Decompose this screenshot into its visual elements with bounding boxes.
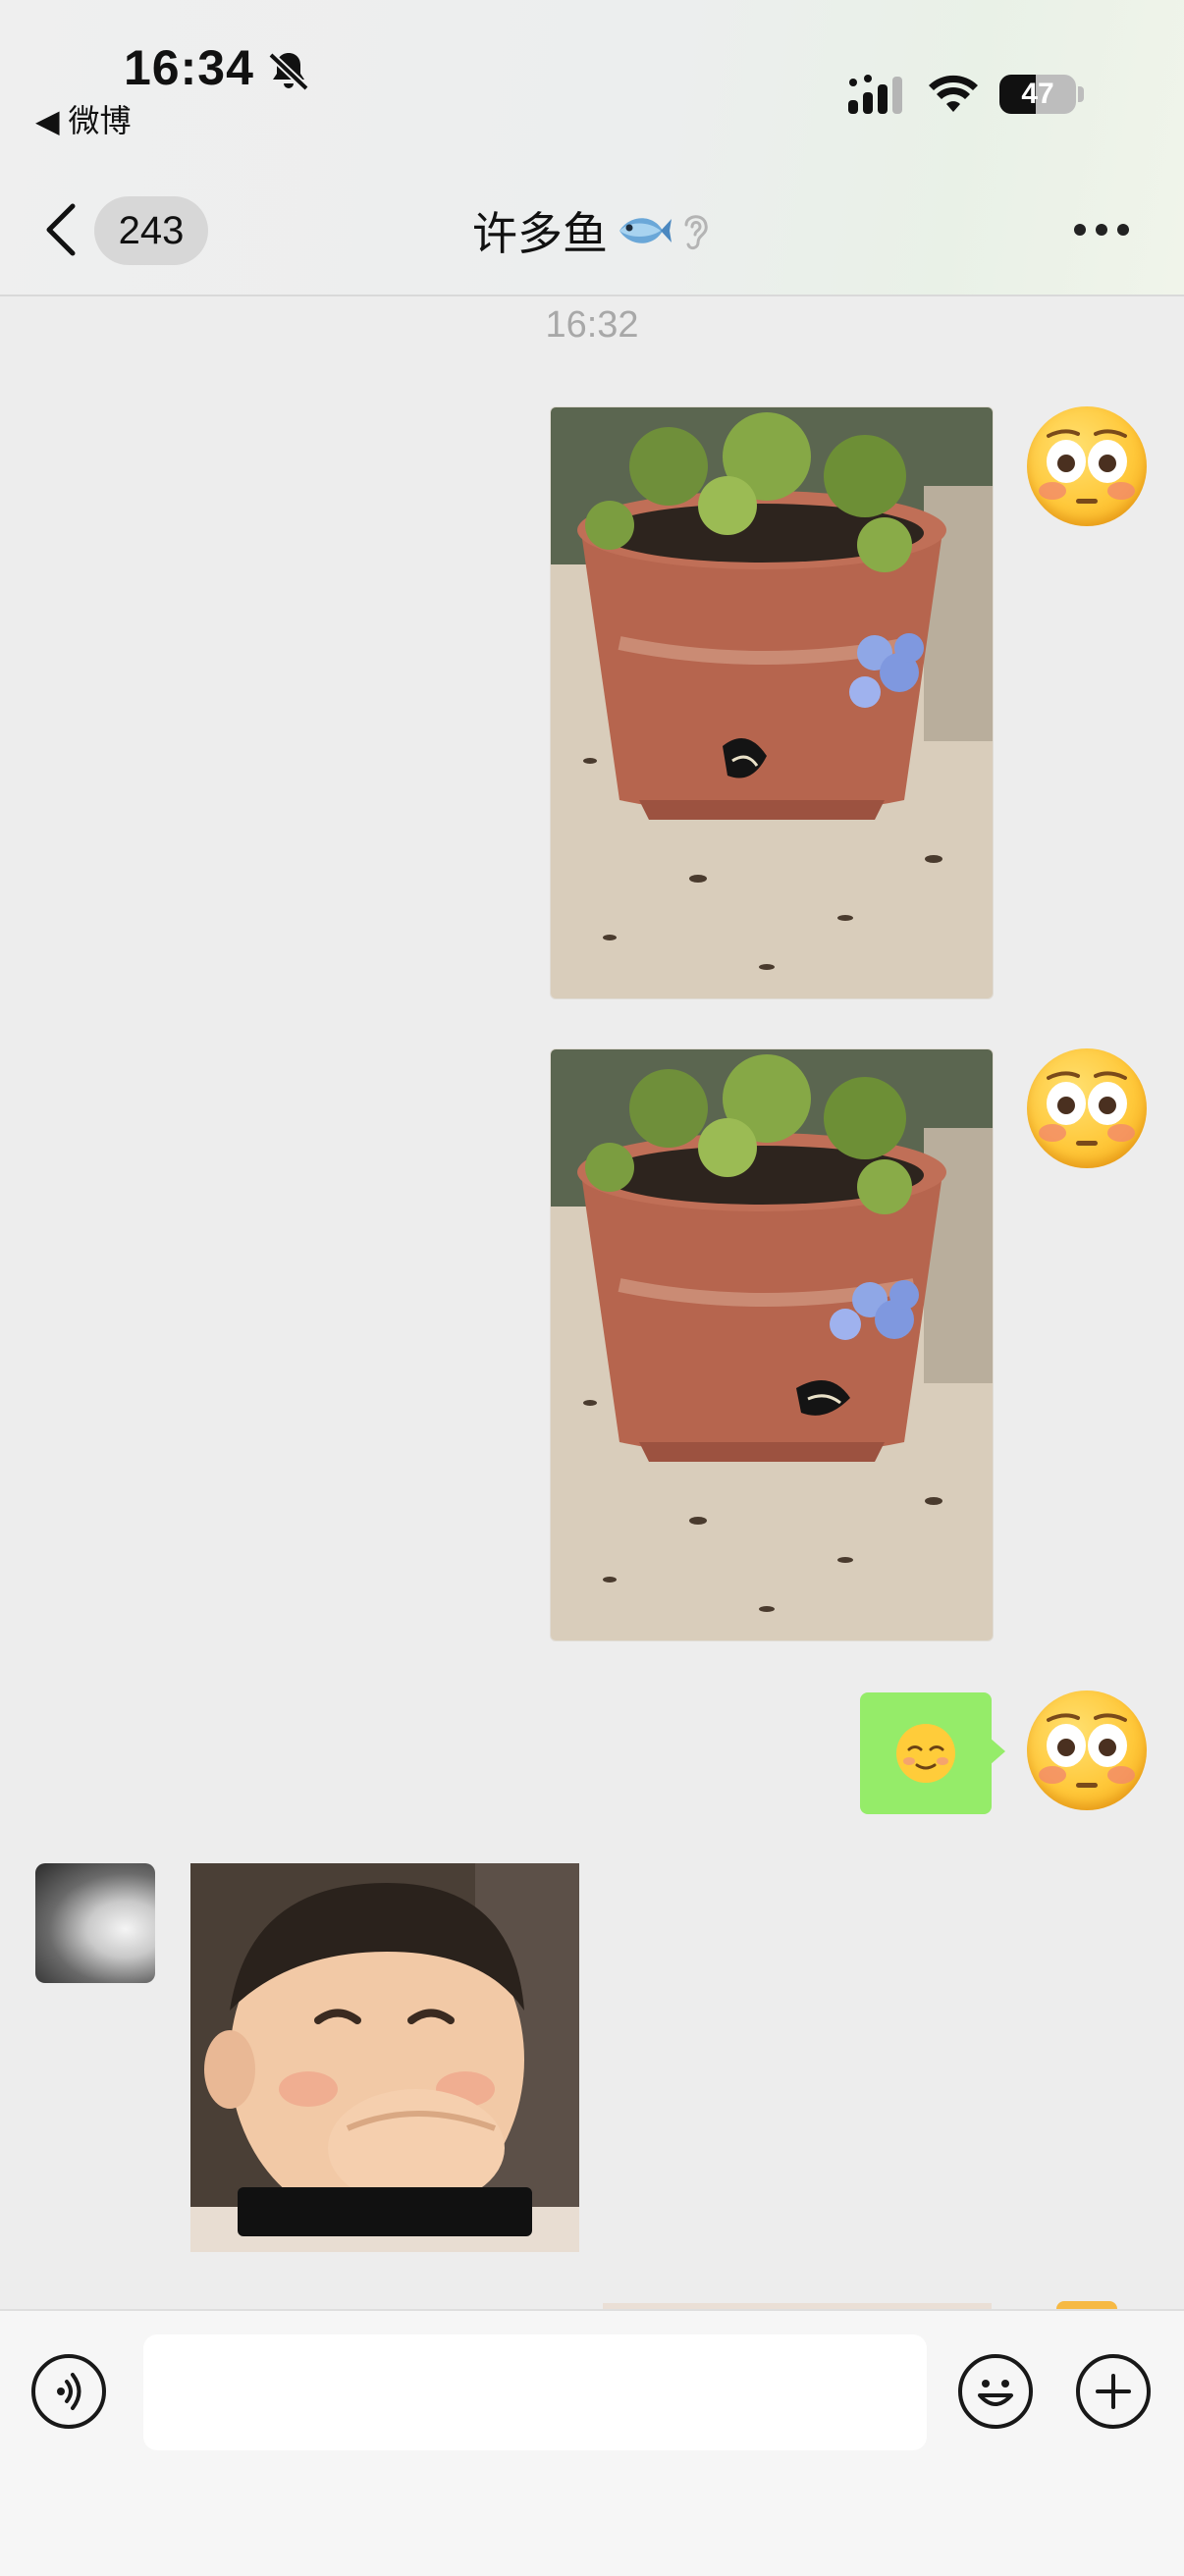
relieved-face-icon xyxy=(896,1724,955,1783)
sticker-message-bubble[interactable] xyxy=(860,1692,992,1814)
contact-avatar[interactable] xyxy=(35,1863,155,1983)
laughing-baby-sticker xyxy=(190,1863,579,2252)
next-avatar-preview xyxy=(1056,2301,1117,2309)
emoji-icon[interactable] xyxy=(958,2354,1033,2429)
unread-count-badge[interactable]: 243 xyxy=(94,196,208,265)
ear-icon xyxy=(684,215,708,250)
fish-emoji-icon xyxy=(619,218,672,243)
my-avatar[interactable] xyxy=(1027,406,1147,526)
my-avatar[interactable] xyxy=(1027,1690,1147,1810)
back-to-app-link[interactable]: ◀ 微博 xyxy=(35,96,132,141)
cellular-signal-icon xyxy=(848,75,902,114)
plus-icon[interactable] xyxy=(1076,2354,1151,2429)
battery-level: 47 xyxy=(1021,78,1054,110)
plant-pot-photo xyxy=(551,407,993,998)
status-time: 16:34 xyxy=(124,40,254,95)
message-timestamp: 16:32 xyxy=(545,304,639,346)
top-bar: 16:34 ◀ 微博 47 243 许多鱼 xyxy=(0,0,1184,296)
battery-tip xyxy=(1078,86,1084,102)
chat-title: 许多鱼 xyxy=(472,208,608,259)
sticker-message[interactable] xyxy=(190,1863,579,2252)
mute-bell-icon xyxy=(268,52,309,91)
flushed-face-icon xyxy=(1039,1713,1135,1788)
more-icon[interactable] xyxy=(1074,224,1129,238)
photo-message[interactable] xyxy=(550,406,994,999)
bubble-tail xyxy=(990,1738,1005,1765)
photo-message[interactable] xyxy=(550,1048,994,1641)
voice-icon[interactable] xyxy=(31,2354,106,2429)
flushed-face-icon xyxy=(1039,429,1135,504)
wifi-icon xyxy=(929,75,978,112)
battery-indicator: 47 xyxy=(999,75,1076,114)
back-chevron-icon[interactable] xyxy=(43,202,82,257)
chat-title-area[interactable]: 许多鱼 xyxy=(393,196,791,265)
plant-pot-photo xyxy=(551,1049,993,1640)
my-avatar[interactable] xyxy=(1027,1048,1147,1168)
message-input[interactable] xyxy=(143,2334,927,2450)
flushed-face-icon xyxy=(1039,1071,1135,1146)
